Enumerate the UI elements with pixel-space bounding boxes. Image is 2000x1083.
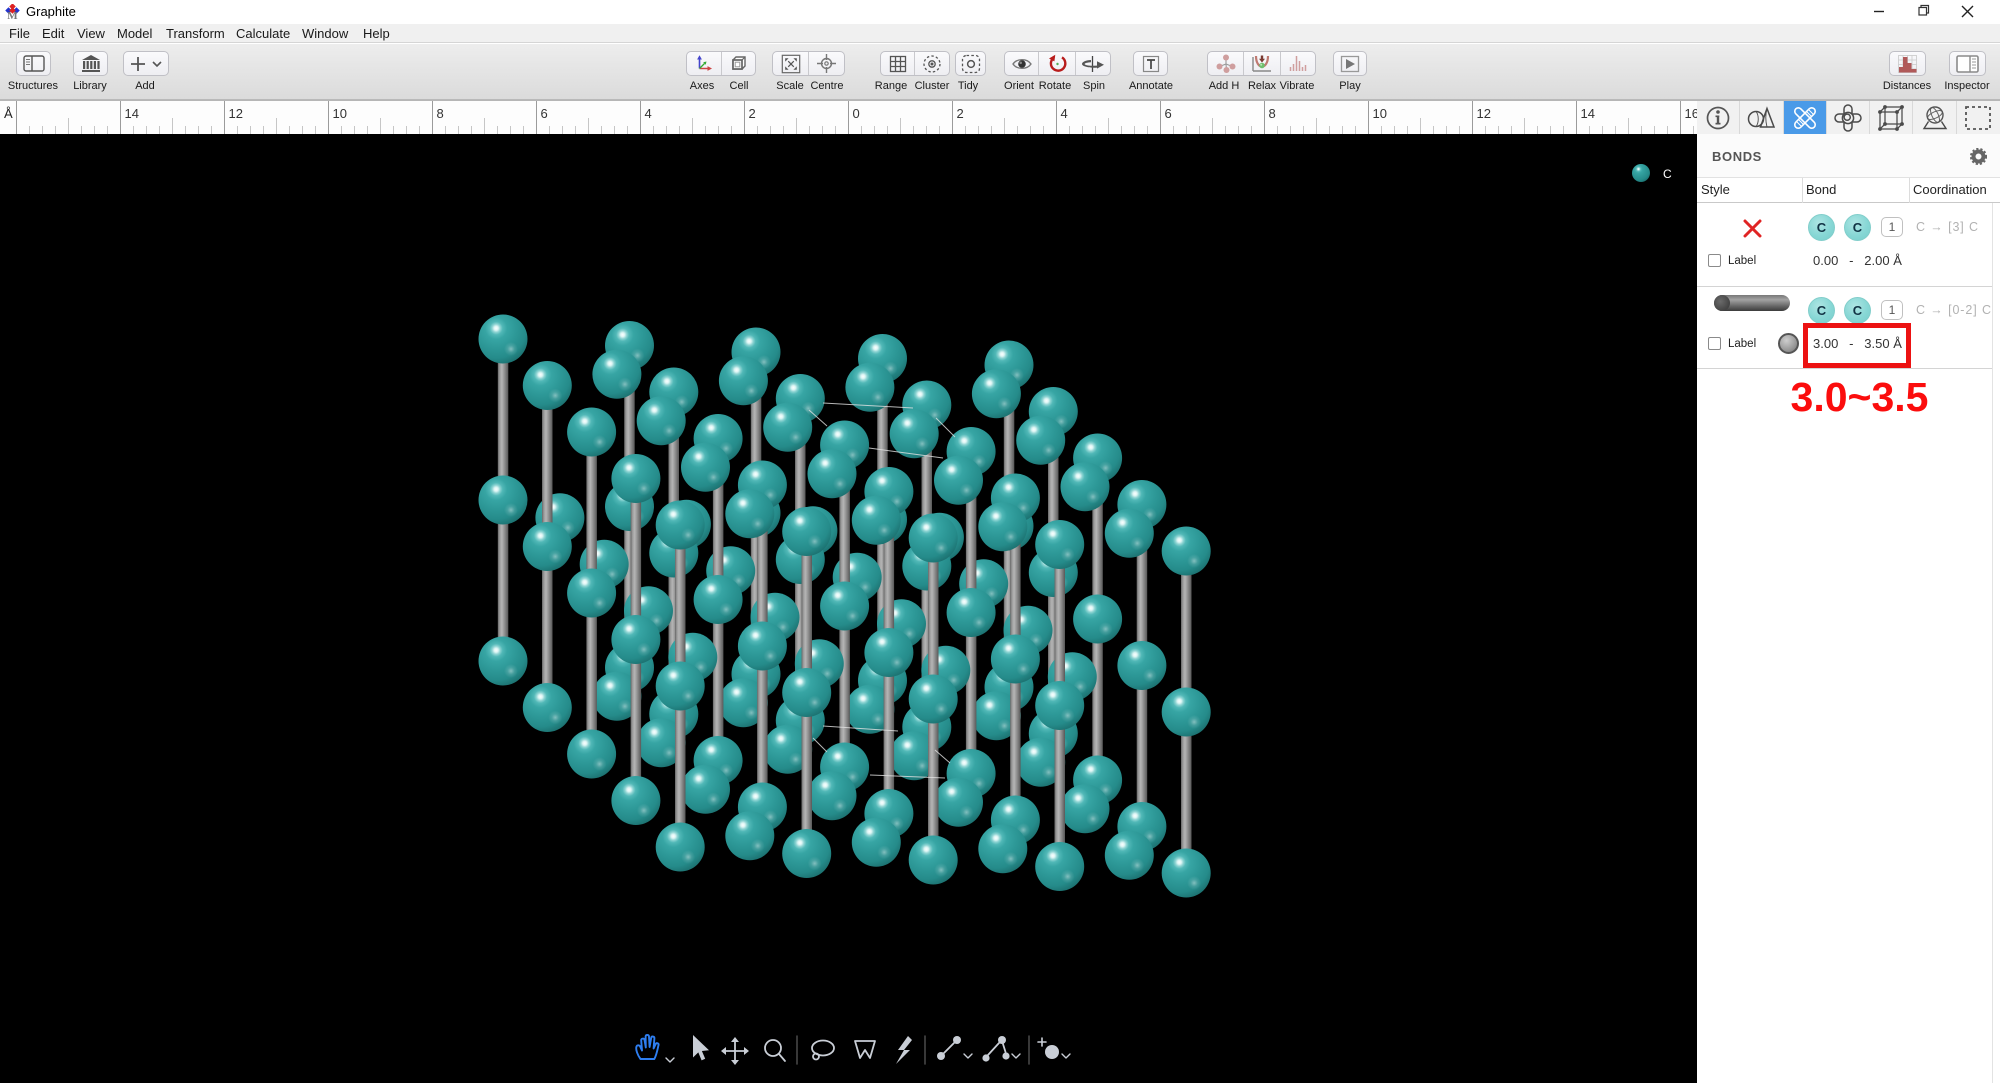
svg-text:10: 10 bbox=[1373, 106, 1387, 121]
svg-text:C: C bbox=[1663, 167, 1672, 181]
svg-text:2: 2 bbox=[749, 106, 756, 121]
svg-text:8: 8 bbox=[437, 106, 444, 121]
svg-text:4: 4 bbox=[1061, 106, 1068, 121]
svg-text:2: 2 bbox=[957, 106, 964, 121]
svg-text:6: 6 bbox=[1165, 106, 1172, 121]
svg-text:0: 0 bbox=[853, 106, 860, 121]
svg-text:10: 10 bbox=[333, 106, 347, 121]
svg-text:4: 4 bbox=[645, 106, 652, 121]
svg-text:12: 12 bbox=[1477, 106, 1491, 121]
svg-text:16: 16 bbox=[1685, 106, 1698, 121]
svg-text:8: 8 bbox=[1269, 106, 1276, 121]
svg-text:14: 14 bbox=[125, 106, 139, 121]
svg-text:M: M bbox=[7, 10, 18, 20]
svg-text:6: 6 bbox=[541, 106, 548, 121]
svg-text:12: 12 bbox=[229, 106, 243, 121]
svg-text:Å: Å bbox=[4, 106, 13, 121]
svg-text:14: 14 bbox=[1581, 106, 1595, 121]
